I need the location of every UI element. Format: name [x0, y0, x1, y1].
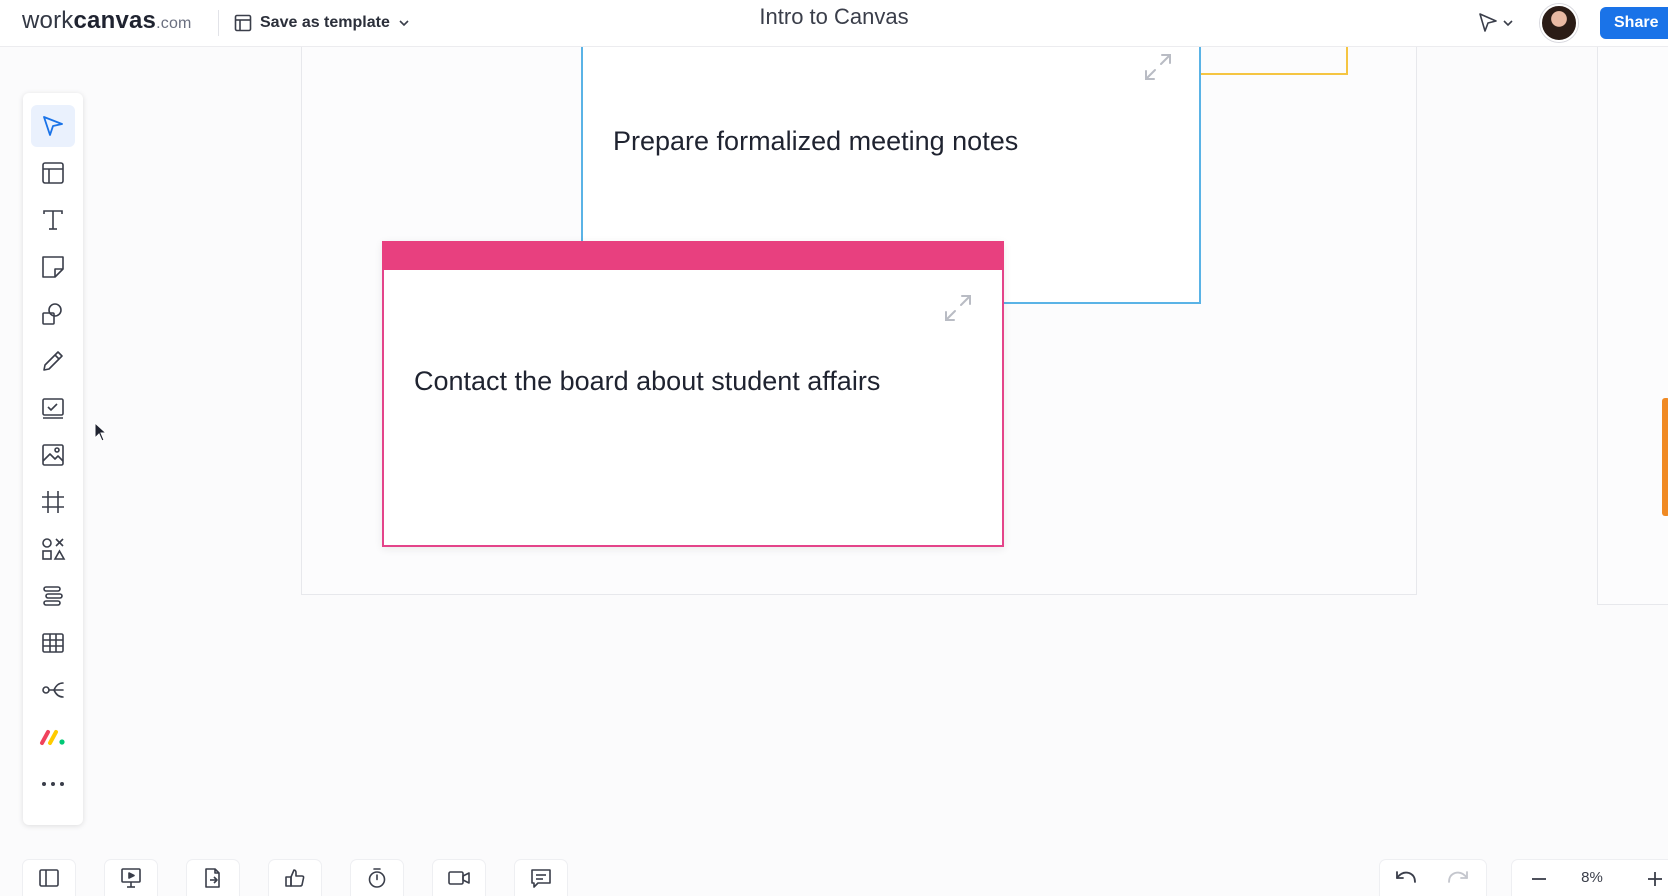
logo-text-com: .com: [156, 15, 192, 32]
video-button[interactable]: [433, 860, 485, 896]
panel-toggle-icon: [39, 869, 59, 887]
table-icon: [42, 633, 64, 653]
panel-toggle-button[interactable]: [23, 860, 75, 896]
zoom-controls: 8%: [1512, 860, 1668, 896]
save-as-template-button[interactable]: Save as template: [234, 10, 410, 36]
task-checkbox-icon: [42, 398, 64, 419]
top-bar: workcanvas.com Save as template Intro to…: [0, 0, 1668, 47]
tool-text[interactable]: [31, 199, 75, 241]
text-icon: [43, 210, 63, 230]
tool-elements[interactable]: [31, 528, 75, 570]
mouse-pointer-icon: [94, 422, 108, 442]
tool-more[interactable]: [31, 763, 75, 805]
orange-card-partial[interactable]: [1662, 398, 1668, 516]
tool-frame[interactable]: [31, 481, 75, 523]
board-title[interactable]: Intro to Canvas: [759, 4, 908, 29]
comment-button[interactable]: [515, 860, 567, 896]
present-icon: [121, 868, 141, 888]
zoom-out-icon[interactable]: [1530, 870, 1548, 888]
share-button[interactable]: Share: [1600, 7, 1668, 39]
undo-icon[interactable]: [1394, 867, 1418, 889]
bottom-bar: 8%: [0, 860, 1668, 896]
card-text: Contact the board about student affairs: [414, 366, 881, 396]
more-icon: [42, 782, 64, 786]
save-as-template-label: Save as template: [260, 14, 390, 31]
sticky-note-icon: [42, 256, 64, 278]
tool-select[interactable]: [31, 105, 75, 147]
top-right-controls: Share: [1476, 4, 1668, 42]
export-button[interactable]: [187, 860, 239, 896]
timer-button[interactable]: [351, 860, 403, 896]
cursor-mode-dropdown[interactable]: [1476, 11, 1514, 35]
card-color-bar: [382, 241, 1004, 270]
canvas-frame-right[interactable]: [1597, 46, 1668, 605]
align-list-icon: [43, 586, 63, 606]
tool-sticky-note[interactable]: [31, 246, 75, 288]
shapes-icon: [42, 303, 62, 325]
user-avatar[interactable]: [1540, 4, 1578, 42]
workcanvas-logo[interactable]: workcanvas.com: [22, 7, 192, 35]
vote-button[interactable]: [269, 860, 321, 896]
tool-task[interactable]: [31, 387, 75, 429]
tool-align[interactable]: [31, 575, 75, 617]
frame-icon: [42, 491, 64, 513]
cursor-arrow-icon: [1479, 13, 1497, 32]
tool-image[interactable]: [31, 434, 75, 476]
tool-shapes[interactable]: [31, 293, 75, 335]
zoom-in-icon[interactable]: [1646, 870, 1664, 888]
timer-icon: [368, 868, 386, 888]
elements-icon: [42, 538, 66, 560]
comment-icon: [531, 869, 551, 888]
vote-icon: [285, 869, 305, 887]
export-icon: [205, 868, 220, 888]
image-icon: [42, 444, 64, 466]
present-button[interactable]: [105, 860, 157, 896]
template-icon: [234, 14, 252, 32]
header-divider: [218, 10, 219, 36]
chevron-down-icon: [399, 20, 409, 27]
monday-logo-icon: [40, 730, 65, 745]
card-text: Prepare formalized meeting notes: [613, 126, 1019, 156]
tool-table[interactable]: [31, 622, 75, 664]
redo-icon[interactable]: [1446, 867, 1470, 889]
layout-icon: [42, 162, 64, 184]
card-board-contact[interactable]: Contact the board about student affairs: [382, 241, 1004, 547]
tool-layout[interactable]: [31, 152, 75, 194]
select-arrow-icon: [43, 116, 63, 136]
expand-icon[interactable]: [943, 293, 973, 323]
logo-text-work: work: [22, 7, 74, 34]
logo-text-canvas: canvas: [73, 7, 157, 34]
tool-pen[interactable]: [31, 340, 75, 382]
undo-redo-group: [1380, 860, 1486, 896]
left-toolbar: [23, 93, 83, 825]
mind-map-icon: [42, 682, 64, 698]
zoom-level[interactable]: 8%: [1572, 869, 1612, 886]
video-icon: [448, 871, 470, 885]
tool-monday[interactable]: [31, 716, 75, 758]
expand-icon[interactable]: [1143, 52, 1173, 82]
chevron-down-icon: [1503, 20, 1513, 27]
tool-mind-map[interactable]: [31, 669, 75, 711]
pen-icon: [43, 351, 63, 371]
